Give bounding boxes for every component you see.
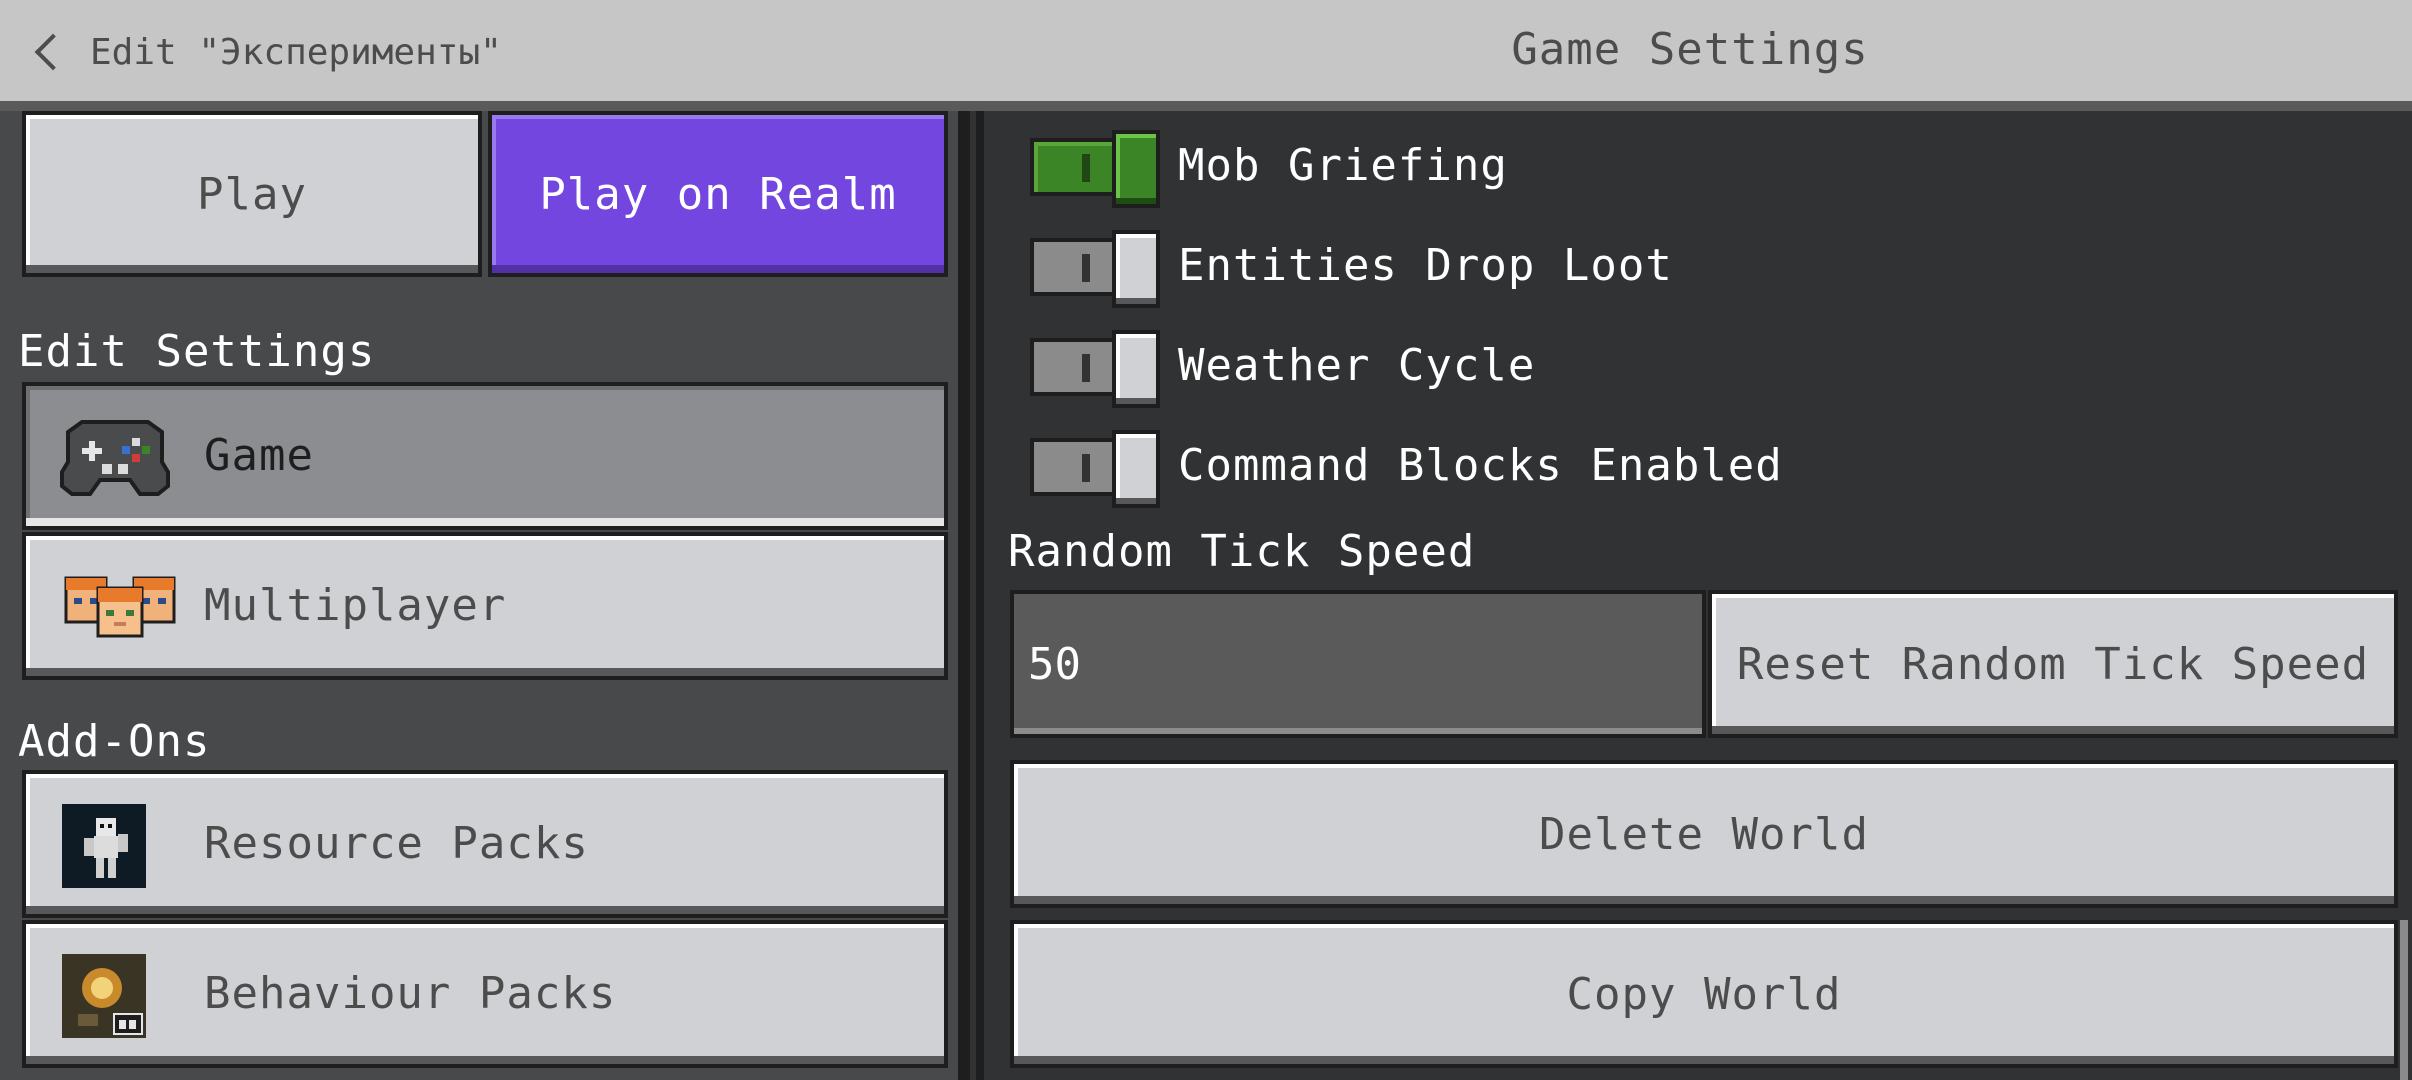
sidebar-item-game[interactable]: Game (22, 382, 948, 530)
toggle-knob (1112, 130, 1160, 208)
panel-divider-inner (970, 111, 976, 1080)
edit-settings-heading: Edit Settings (18, 326, 376, 377)
play-on-realm-button[interactable]: Play on Realm (488, 111, 948, 277)
gamepad-icon (60, 414, 170, 498)
random-tick-speed-input[interactable]: 50 (1010, 590, 1706, 738)
add-ons-heading: Add-Ons (18, 716, 211, 767)
toggle-knob (1112, 330, 1160, 408)
sidebar-item-behaviour-packs-label: Behaviour Packs (204, 968, 617, 1019)
weather-cycle-toggle[interactable] (1030, 330, 1162, 408)
players-faces-icon (64, 574, 176, 638)
copy-world-button[interactable]: Copy World (1010, 920, 2398, 1068)
chevron-left-icon (34, 33, 72, 71)
toggle-mark (1082, 254, 1090, 282)
sidebar-item-resource-packs-label: Resource Packs (204, 818, 589, 869)
sidebar-item-game-label: Game (204, 430, 314, 481)
resource-pack-icon (62, 804, 146, 888)
reset-random-tick-speed-label: Reset Random Tick Speed (1736, 638, 2370, 690)
sidebar-item-resource-packs[interactable]: Resource Packs (22, 770, 948, 918)
scrollbar[interactable] (2400, 920, 2408, 1080)
toggle-knob (1112, 430, 1160, 508)
sidebar-item-multiplayer[interactable]: Multiplayer (22, 532, 948, 680)
entities-drop-loot-label: Entities Drop Loot (1178, 240, 1673, 291)
toggle-mark (1082, 354, 1090, 382)
weather-cycle-label: Weather Cycle (1178, 340, 1536, 391)
top-bar-shadow (0, 101, 2412, 111)
command-blocks-label: Command Blocks Enabled (1178, 440, 1783, 491)
sidebar-item-multiplayer-label: Multiplayer (204, 580, 507, 631)
command-blocks-toggle[interactable] (1030, 430, 1162, 508)
back-button-label: Edit "Эксперименты" (90, 31, 502, 73)
reset-random-tick-speed-button[interactable]: Reset Random Tick Speed (1708, 590, 2398, 738)
play-button[interactable]: Play (22, 111, 482, 277)
delete-world-button[interactable]: Delete World (1010, 760, 2398, 908)
play-button-label: Play (197, 168, 307, 220)
random-tick-speed-label: Random Tick Speed (1008, 526, 1476, 577)
toggle-mark (1082, 154, 1090, 182)
page-title: Game Settings (1511, 24, 1869, 75)
delete-world-label: Delete World (1539, 808, 1869, 860)
random-tick-speed-value: 50 (1028, 638, 1081, 690)
entities-drop-loot-toggle[interactable] (1030, 230, 1162, 308)
behaviour-pack-icon (62, 954, 146, 1038)
mob-griefing-label: Mob Griefing (1178, 140, 1508, 191)
copy-world-label: Copy World (1566, 968, 1842, 1020)
play-on-realm-label: Play on Realm (539, 168, 897, 220)
back-button[interactable]: Edit "Эксперименты" (30, 24, 502, 80)
toggle-knob (1112, 230, 1160, 308)
mob-griefing-toggle[interactable] (1030, 130, 1162, 208)
toggle-mark (1082, 454, 1090, 482)
sidebar-item-behaviour-packs[interactable]: Behaviour Packs (22, 920, 948, 1068)
